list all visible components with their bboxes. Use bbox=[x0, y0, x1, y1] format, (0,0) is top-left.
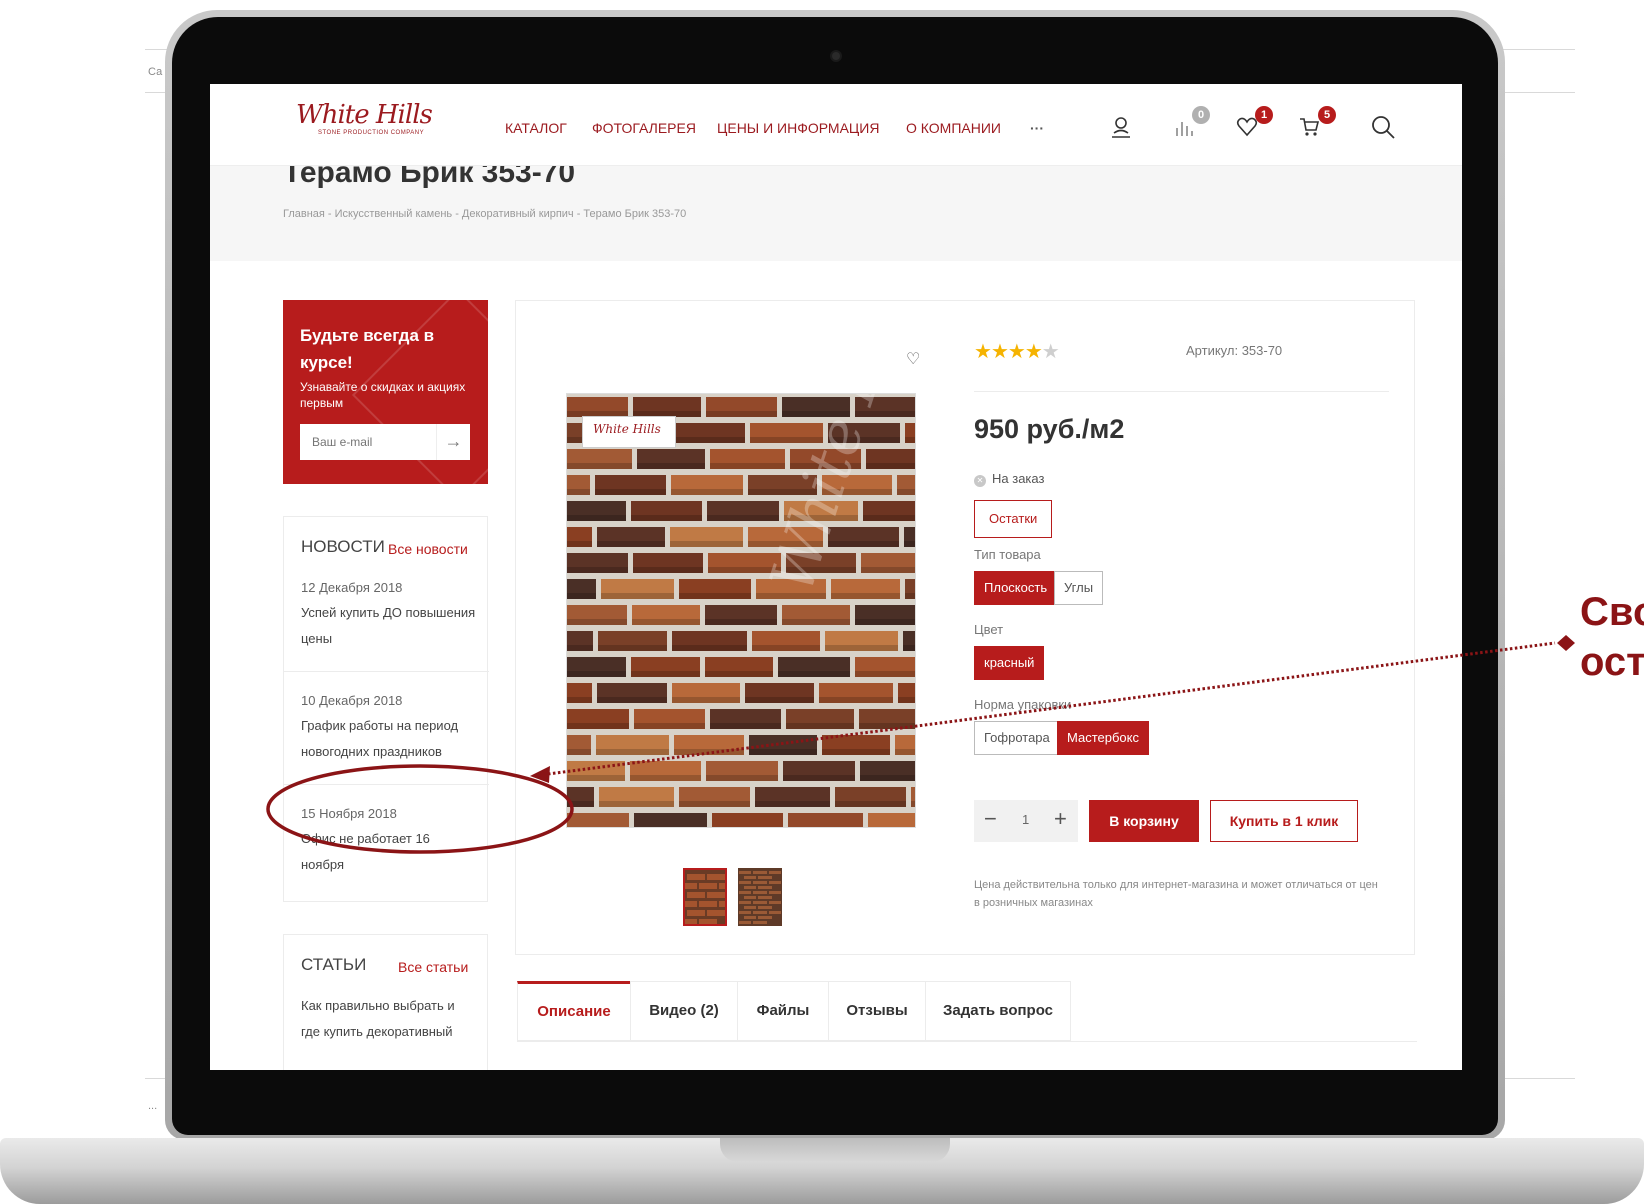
presentation-slide: Са ... Терамо Брик 353-70 Главная - Иску… bbox=[0, 0, 1644, 1204]
annotation-overlay bbox=[266, 635, 1575, 854]
annotation-pointer-line bbox=[547, 641, 1556, 776]
annotation-caption: Сво ост bbox=[1580, 587, 1644, 687]
annotation-line-1: Сво bbox=[1580, 590, 1644, 634]
annotation-diamond-marker bbox=[1557, 635, 1575, 651]
annotation-line-2: ост bbox=[1580, 640, 1644, 684]
annotation-ellipse bbox=[266, 764, 574, 854]
